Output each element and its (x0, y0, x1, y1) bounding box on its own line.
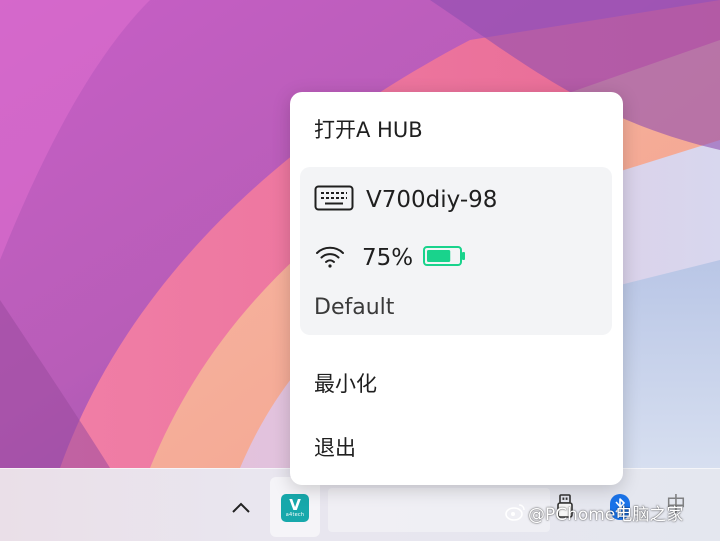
wifi-icon (314, 243, 346, 273)
device-profile: Default (314, 295, 395, 320)
watermark-text: @PChome电脑之家 (528, 505, 684, 525)
tray-context-menu: 打开A HUB V700diy-98 75% Default 最小化 退出 (290, 92, 623, 485)
device-name: V700diy-98 (366, 187, 498, 213)
minimize-menu-item[interactable]: 最小化 (314, 366, 377, 402)
app-icon-mark: V (289, 496, 301, 514)
device-info-card: V700diy-98 75% Default (300, 167, 612, 335)
a-hub-tray-icon[interactable]: V a4tech (281, 494, 309, 522)
chevron-up-icon (231, 499, 251, 518)
open-hub-menu-item[interactable]: 打开A HUB (314, 112, 423, 148)
watermark: @PChome电脑之家 (505, 503, 683, 527)
device-status-row: 75% (314, 243, 467, 273)
show-hidden-icons-button[interactable] (228, 499, 254, 517)
battery-percent: 75% (362, 245, 414, 271)
exit-menu-item[interactable]: 退出 (314, 430, 356, 466)
battery-level-fill (427, 250, 451, 262)
app-icon-sub: a4tech (285, 512, 305, 518)
weibo-logo-icon (505, 503, 525, 528)
battery-icon (423, 245, 467, 271)
keyboard-icon (314, 185, 354, 215)
device-name-row: V700diy-98 (314, 185, 497, 215)
